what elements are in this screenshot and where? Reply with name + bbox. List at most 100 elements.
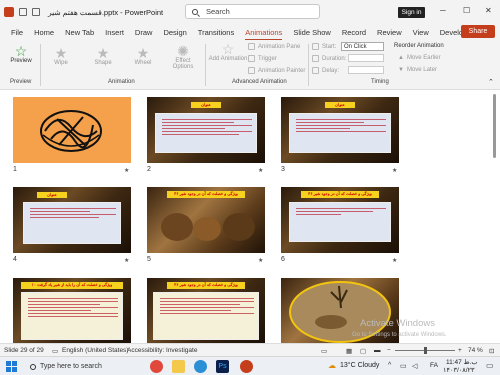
- maximize-button[interactable]: ☐: [463, 6, 470, 15]
- zoom-level[interactable]: 74 %: [468, 347, 483, 354]
- arrow-up-icon: ▲: [398, 55, 404, 61]
- powerpoint-icon: [4, 7, 14, 17]
- accessibility-status[interactable]: Accessibility: Investigate: [127, 347, 197, 354]
- tab-transitions[interactable]: Transitions: [198, 28, 234, 37]
- slide-thumbnail-5[interactable]: ۳۶ ویژگی و خصلت که آن در وجود شیر: [147, 187, 265, 253]
- animation-painter-button[interactable]: Animation Painter: [248, 67, 305, 74]
- text-panel: [155, 113, 257, 153]
- text-panel: [153, 292, 259, 340]
- slide-thumbnail-2[interactable]: عنوان: [147, 97, 265, 163]
- start-dropdown[interactable]: On Click: [341, 42, 384, 51]
- slide-thumbnail-8[interactable]: ۳۶ ویژگی و خصلت که آن در وجود شیر: [147, 278, 265, 343]
- shape-star-icon: ★: [96, 45, 110, 61]
- language-status[interactable]: English (United States): [62, 347, 128, 354]
- signin-button[interactable]: Sign in: [398, 7, 425, 18]
- add-animation-button[interactable]: ☆ Add Animation: [208, 42, 248, 62]
- proofing-icon[interactable]: ▭: [52, 347, 58, 355]
- tab-design[interactable]: Design: [163, 28, 186, 37]
- slide-number-2: 2: [147, 166, 151, 173]
- text-panel: [289, 202, 391, 242]
- clock-date[interactable]: ۱۴۰۳/۰۸/۲۳: [443, 366, 475, 374]
- scrollbar-thumb[interactable]: [493, 94, 496, 158]
- zoom-in-button[interactable]: +: [458, 347, 462, 354]
- search-input[interactable]: Search: [185, 4, 320, 19]
- slide-thumbnail-7[interactable]: ۱۰ ویژگی و خصلت که آن را باید از شیر یاد…: [13, 278, 131, 343]
- slide-thumbnail-1[interactable]: [13, 97, 131, 163]
- slide-title-tag: عنوان: [191, 102, 221, 108]
- ribbon-animations: ☆ Preview Preview ★ Wipe ★ Shape ★ Wheel…: [0, 40, 500, 90]
- fit-slide-icon[interactable]: ⊡: [489, 347, 494, 355]
- tab-draw[interactable]: Draw: [135, 28, 153, 37]
- photoshop-icon[interactable]: Ps: [216, 360, 229, 373]
- wipe-star-icon: ★: [54, 45, 68, 61]
- effect-options-button[interactable]: ✺ Effect Options: [170, 44, 196, 70]
- notification-icon[interactable]: ▭: [486, 361, 494, 370]
- share-button[interactable]: Share: [461, 25, 495, 38]
- slide-title-tag: ۳۶ ویژگی و خصلت که آن در وجود شیر: [301, 191, 379, 198]
- animation-star-icon: ★: [124, 168, 130, 174]
- save-icon[interactable]: [19, 8, 27, 16]
- collapse-ribbon-icon[interactable]: ⌃: [488, 78, 494, 86]
- group-advanced-label: Advanced Animation: [232, 79, 287, 85]
- app-icon-flower[interactable]: [150, 360, 163, 373]
- minimize-button[interactable]: ─: [440, 6, 446, 15]
- network-icon[interactable]: ▭: [400, 362, 407, 370]
- reading-view-icon[interactable]: ▢: [360, 347, 366, 355]
- slide-title-tag: عنوان: [37, 192, 67, 198]
- vertical-scrollbar[interactable]: [492, 94, 497, 338]
- slideshow-view-icon[interactable]: ▬: [374, 347, 381, 354]
- move-later-button[interactable]: ▼ Move Later: [398, 67, 437, 73]
- taskbar-search-icon: [30, 364, 36, 370]
- zoom-out-button[interactable]: −: [387, 347, 391, 354]
- tab-view[interactable]: View: [413, 28, 429, 37]
- reorder-label: Reorder Animation: [394, 43, 444, 49]
- ribbon-separator: [40, 44, 41, 86]
- tab-review[interactable]: Review: [377, 28, 402, 37]
- slide-number-1: 1: [13, 166, 17, 173]
- duration-spinner[interactable]: [348, 54, 384, 62]
- window-title: قسمت هفتم شیر.pptx - PowerPoint: [48, 7, 164, 17]
- edge-browser-icon[interactable]: [194, 360, 207, 373]
- tray-chevron-icon[interactable]: ^: [388, 362, 391, 369]
- move-earlier-button[interactable]: ▲ Move Earlier: [398, 55, 441, 61]
- taskbar-search[interactable]: Type here to search: [26, 359, 136, 374]
- text-panel: [21, 292, 123, 340]
- input-language[interactable]: FA: [430, 362, 438, 369]
- slide-thumbnail-4[interactable]: عنوان: [13, 187, 131, 253]
- animation-pane-button[interactable]: Animation Pane: [248, 43, 300, 50]
- close-button[interactable]: ✕: [485, 6, 492, 15]
- wheel-star-icon: ★: [136, 45, 150, 61]
- slide-sorter-view-icon[interactable]: ▦: [346, 347, 352, 355]
- preview-star-icon: ☆: [14, 43, 28, 59]
- volume-icon[interactable]: ◁: [412, 362, 417, 370]
- slide-thumbnail-6[interactable]: ۳۶ ویژگی و خصلت که آن در وجود شیر: [281, 187, 399, 253]
- wipe-effect[interactable]: ★ Wipe: [50, 46, 72, 66]
- tab-insert[interactable]: Insert: [105, 28, 124, 37]
- preview-button[interactable]: ☆ Preview: [8, 44, 34, 64]
- clock-time[interactable]: 11:47 ب.ظ: [446, 358, 478, 366]
- ribbon-separator: [205, 44, 206, 86]
- powerpoint-taskbar-icon[interactable]: [240, 360, 253, 373]
- tab-file[interactable]: File: [11, 28, 23, 37]
- delay-spinner[interactable]: [348, 66, 384, 74]
- group-preview-label: Preview: [10, 79, 32, 85]
- tab-slide-show[interactable]: Slide Show: [293, 28, 331, 37]
- weather-text[interactable]: 13°C Cloudy: [340, 362, 379, 369]
- slide-thumbnail-3[interactable]: عنوان: [281, 97, 399, 163]
- windows-start-icon[interactable]: [6, 361, 17, 372]
- normal-view-icon[interactable]: ▭: [321, 347, 327, 355]
- tab-record[interactable]: Record: [342, 28, 366, 37]
- activate-windows-watermark: Activate Windows Go to Settings to activ…: [352, 318, 447, 338]
- wheel-effect[interactable]: ★ Wheel: [130, 46, 156, 66]
- slide-title-tag: ۳۶ ویژگی و خصلت که آن در وجود شیر: [167, 282, 245, 289]
- undo-icon[interactable]: [32, 8, 40, 16]
- tab-home[interactable]: Home: [34, 28, 54, 37]
- trigger-button[interactable]: Trigger: [248, 55, 277, 62]
- search-icon: [192, 8, 198, 15]
- file-explorer-icon[interactable]: [172, 360, 185, 373]
- tab-new-tab[interactable]: New Tab: [65, 28, 94, 37]
- shape-effect[interactable]: ★ Shape: [90, 46, 116, 66]
- zoom-slider-knob[interactable]: [424, 347, 427, 354]
- slide-number-5: 5: [147, 256, 151, 263]
- tab-animations[interactable]: Animations: [245, 28, 283, 41]
